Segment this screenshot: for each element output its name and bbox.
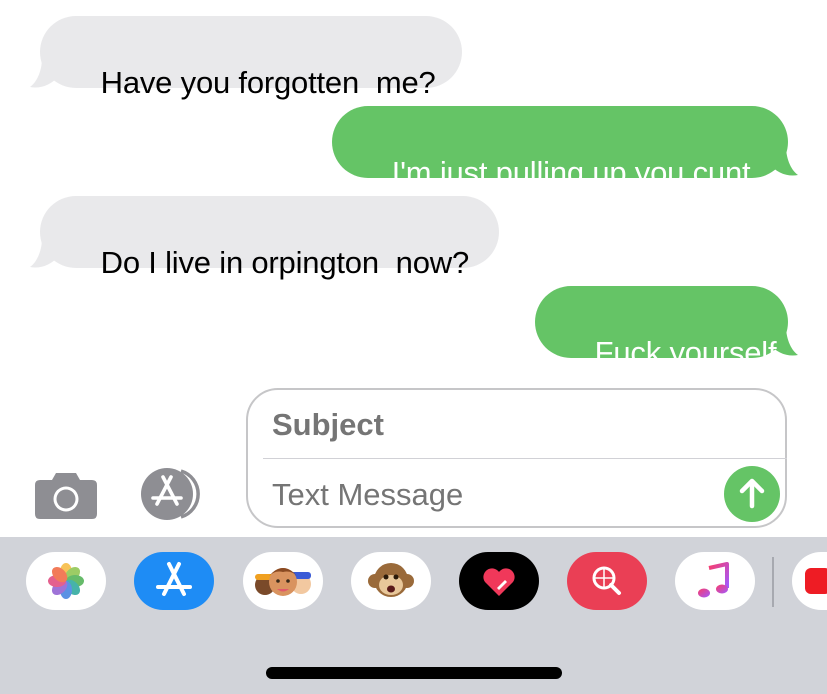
message-text: I'm just pulling up you cunt [391,155,751,190]
send-button[interactable] [724,466,780,522]
text-message-input[interactable] [272,475,712,515]
app-animoji[interactable] [351,552,431,610]
app-images[interactable] [567,552,647,610]
message-bubble-incoming[interactable]: Do I live in orpington now? [40,196,499,278]
images-search-icon [592,566,621,595]
input-divider [263,458,787,459]
message-bubble-incoming[interactable]: Have you forgotten me? [40,16,462,98]
arrow-up-icon [739,478,765,509]
app-store-app-icon [156,562,192,596]
photos-app-icon [48,563,84,599]
message-text: Do I live in orpington now? [100,245,470,280]
message-bubble-outgoing[interactable]: I'm just pulling up you cunt [332,106,788,188]
message-bubble-outgoing[interactable]: Fuck yourself [535,286,788,368]
drawer-divider [772,557,774,607]
home-indicator[interactable] [266,667,562,679]
app-digital-touch[interactable] [459,552,539,610]
app-memoji[interactable] [243,552,323,610]
digital-touch-icon [483,568,515,596]
message-text: Fuck yourself [594,335,777,370]
camera-icon[interactable] [34,470,98,520]
subject-input[interactable] [272,405,752,445]
message-thread: Have you forgotten me? I'm just pulling … [0,0,827,380]
app-music[interactable] [675,552,755,610]
memoji-stickers-icon [255,568,311,596]
message-text: Have you forgotten me? [100,65,436,100]
app-photos[interactable] [26,552,106,610]
animoji-monkey-icon [368,563,414,597]
app-app-store[interactable] [134,552,214,610]
app-store-icon[interactable] [139,468,215,520]
music-app-icon [698,562,729,598]
